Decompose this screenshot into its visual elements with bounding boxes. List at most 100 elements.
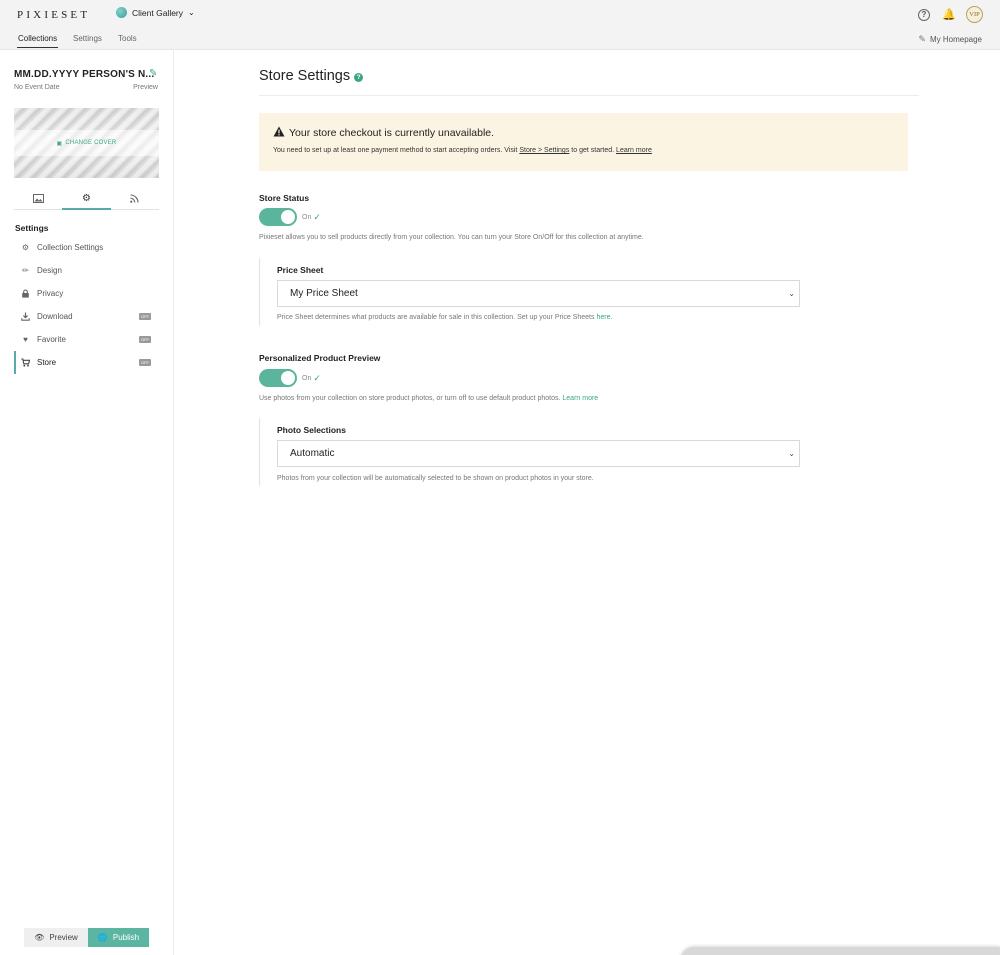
store-status-toggle[interactable] bbox=[259, 208, 297, 226]
store-status-state: On ✓ bbox=[302, 212, 321, 223]
collection-title: MM.DD.YYYY PERSON'S N... bbox=[14, 69, 155, 80]
store-status-label: Store Status bbox=[259, 193, 310, 203]
photos-icon bbox=[32, 194, 44, 203]
product-switcher[interactable]: Client Gallery ⌄ bbox=[116, 7, 195, 18]
settings-heading: Settings bbox=[15, 223, 49, 233]
status-badge: OFF bbox=[139, 359, 151, 366]
help-icon[interactable]: ? bbox=[354, 73, 364, 82]
alert-body-text: You need to set up at least one payment … bbox=[273, 147, 520, 154]
product-preview-helper: Use photos from your collection on store… bbox=[259, 395, 598, 402]
check-icon: ✓ bbox=[313, 373, 321, 383]
price-sheets-here-link[interactable]: here bbox=[596, 314, 610, 321]
toggle-state-label: On bbox=[302, 375, 312, 382]
photo-selections-select[interactable]: Automatic ⌄ bbox=[277, 440, 800, 467]
preview-button-label: Preview bbox=[49, 933, 78, 942]
tab-settings[interactable]: Settings bbox=[73, 34, 102, 43]
status-badge: OFF bbox=[139, 313, 151, 320]
gear-icon: ⚙ bbox=[21, 243, 30, 252]
status-badge: OFF bbox=[139, 336, 151, 343]
sidebar-item-store[interactable]: Store OFF bbox=[14, 351, 159, 374]
photo-selections-helper: Photos from your collection will be auto… bbox=[277, 475, 594, 482]
help-icon[interactable]: ? bbox=[918, 8, 930, 21]
lock-icon bbox=[22, 289, 29, 298]
page-title: Store Settings ? bbox=[259, 68, 364, 84]
price-sheet-helper-suffix: . bbox=[610, 314, 613, 321]
chevron-down-icon: ⌄ bbox=[188, 8, 195, 17]
change-cover-button[interactable]: ▣ CHANGE COVER bbox=[14, 130, 159, 156]
heart-icon: ♥ bbox=[23, 335, 28, 344]
sidebar-item-label: Favorite bbox=[37, 335, 66, 344]
learn-more-link[interactable]: Learn more bbox=[616, 147, 652, 154]
price-sheet-value: My Price Sheet bbox=[290, 288, 358, 299]
preview-button[interactable]: 👁 Preview bbox=[24, 928, 88, 947]
top-actions: ? 🔔 VIP bbox=[918, 6, 983, 23]
sidebar-item-favorite[interactable]: ♥ Favorite OFF bbox=[14, 328, 159, 351]
chevron-down-icon: ⌄ bbox=[788, 289, 795, 298]
product-switcher-label: Client Gallery bbox=[132, 7, 184, 18]
download-icon bbox=[21, 312, 30, 321]
photo-selections-label: Photo Selections bbox=[277, 425, 346, 435]
tab-photos[interactable] bbox=[14, 188, 62, 209]
price-sheet-select[interactable]: My Price Sheet ⌄ bbox=[277, 280, 800, 307]
brush-icon: ✏ bbox=[22, 266, 29, 275]
tab-activity[interactable] bbox=[111, 188, 159, 209]
product-preview-helper-text: Use photos from your collection on store… bbox=[259, 395, 563, 402]
store-status-helper: Pixieset allows you to sell products dir… bbox=[259, 234, 644, 241]
sub-nav: Collections Settings Tools ✎ My Homepage bbox=[0, 28, 1000, 50]
sidebar-item-privacy[interactable]: Privacy bbox=[14, 282, 159, 305]
rss-icon bbox=[130, 194, 139, 203]
publish-button-label: Publish bbox=[112, 933, 140, 942]
brand-logo[interactable]: PIXIESET bbox=[17, 9, 90, 21]
toggle-knob bbox=[281, 210, 295, 224]
sidebar: MM.DD.YYYY PERSON'S N... ✎ No Event Date… bbox=[0, 50, 174, 955]
sidebar-item-download[interactable]: Download OFF bbox=[14, 305, 159, 328]
divider bbox=[259, 95, 919, 96]
photo-selections-value: Automatic bbox=[290, 448, 335, 459]
learn-more-link[interactable]: Learn more bbox=[562, 395, 598, 402]
account-avatar[interactable]: VIP bbox=[966, 6, 983, 23]
price-sheet-helper: Price Sheet determines what products are… bbox=[277, 314, 612, 321]
sidebar-item-design[interactable]: ✏ Design bbox=[14, 259, 159, 282]
toggle-knob bbox=[281, 371, 295, 385]
chevron-down-icon: ⌄ bbox=[788, 449, 795, 458]
alert-title: Your store checkout is currently unavail… bbox=[289, 127, 495, 139]
cart-icon bbox=[21, 358, 30, 367]
my-homepage-link[interactable]: ✎ My Homepage bbox=[918, 34, 982, 45]
checkout-alert: Your store checkout is currently unavail… bbox=[259, 113, 908, 171]
preview-link[interactable]: Preview bbox=[133, 84, 158, 91]
price-sheet-label: Price Sheet bbox=[277, 265, 324, 275]
alert-body: You need to set up at least one payment … bbox=[273, 147, 652, 154]
tab-collections[interactable]: Collections bbox=[16, 34, 59, 48]
tab-collection-settings[interactable]: ⚙ bbox=[62, 188, 111, 210]
store-settings-link[interactable]: Store > Settings bbox=[519, 147, 569, 154]
subsection-divider bbox=[259, 418, 260, 486]
change-cover-label: CHANGE COVER bbox=[65, 140, 117, 146]
sidebar-item-label: Design bbox=[37, 266, 62, 275]
sidebar-item-collection-settings[interactable]: ⚙ Collection Settings bbox=[14, 236, 159, 259]
sidebar-item-label: Download bbox=[37, 312, 73, 321]
edit-pencil-icon[interactable]: ✎ bbox=[149, 68, 157, 79]
bell-icon[interactable]: 🔔 bbox=[942, 9, 956, 21]
sidebar-item-label: Privacy bbox=[37, 289, 64, 298]
price-sheet-helper-text: Price Sheet determines what products are… bbox=[277, 314, 597, 321]
overlay-edge bbox=[680, 947, 1000, 955]
publish-button[interactable]: 🌐 Publish bbox=[88, 928, 149, 947]
toggle-state-label: On bbox=[302, 214, 312, 221]
sidebar-tabs: ⚙ bbox=[14, 188, 159, 210]
eye-icon: 👁 bbox=[34, 933, 45, 942]
tab-tools[interactable]: Tools bbox=[118, 34, 137, 43]
gear-icon: ⚙ bbox=[82, 193, 91, 204]
check-icon: ✓ bbox=[313, 212, 321, 222]
sidebar-actions: 👁 Preview 🌐 Publish bbox=[24, 928, 149, 947]
settings-menu: ⚙ Collection Settings ✏ Design Privacy D… bbox=[14, 236, 159, 374]
alert-body-text: to get started. bbox=[569, 147, 617, 154]
subsection-divider bbox=[259, 258, 260, 326]
client-gallery-icon bbox=[116, 7, 127, 18]
sidebar-item-label: Collection Settings bbox=[37, 243, 104, 252]
globe-icon: 🌐 bbox=[97, 933, 108, 942]
external-link-icon: ✎ bbox=[918, 34, 926, 44]
sidebar-item-label: Store bbox=[37, 358, 57, 367]
product-preview-toggle[interactable] bbox=[259, 369, 297, 387]
product-preview-state: On ✓ bbox=[302, 373, 321, 384]
warning-icon bbox=[273, 126, 285, 137]
